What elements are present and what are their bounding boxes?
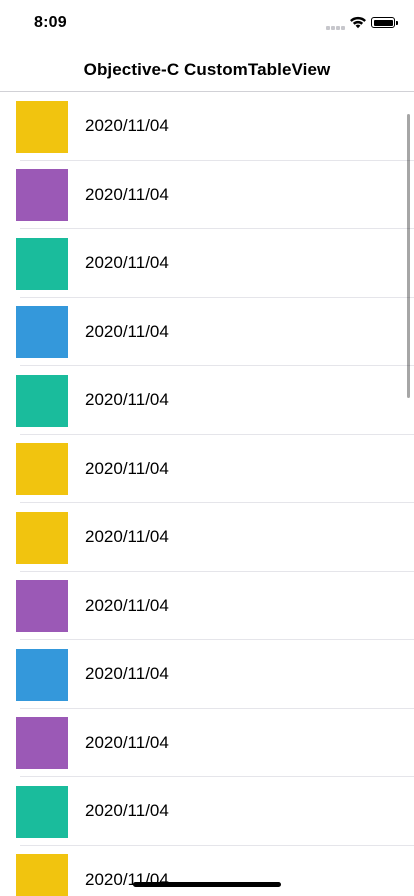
row-color-swatch (16, 374, 68, 427)
table-row[interactable]: 2020/11/04 (0, 435, 414, 504)
row-date-label: 2020/11/04 (85, 253, 169, 272)
row-color-swatch (16, 717, 68, 769)
table-row[interactable]: 2020/11/04 (0, 161, 414, 230)
navigation-bar: Objective-C CustomTableView (0, 48, 414, 92)
status-time: 8:09 (34, 14, 67, 31)
row-date-label: 2020/11/04 (85, 732, 169, 752)
row-color-swatch (16, 785, 68, 838)
battery-icon (371, 17, 398, 28)
table-row[interactable]: 2020/11/04 (0, 709, 414, 778)
table-row[interactable]: 2020/11/04 (0, 298, 414, 367)
table-row[interactable]: 2020/11/04 (0, 572, 414, 641)
table-view[interactable]: 2020/11/04 2020/11/04 2020/11/04 2020/11… (0, 92, 414, 896)
row-color-swatch (16, 511, 68, 564)
nav-title: Objective-C CustomTableView (83, 60, 331, 79)
row-date-label: 2020/11/04 (85, 116, 169, 135)
table-row[interactable]: 2020/11/04 (0, 846, 414, 896)
row-color-swatch (16, 580, 68, 632)
row-color-swatch (16, 854, 68, 896)
row-color-swatch (16, 648, 68, 701)
home-indicator[interactable] (133, 882, 281, 887)
row-date-label: 2020/11/04 (85, 527, 169, 546)
status-bar: 8:09 (0, 0, 414, 48)
cellular-signal-icon (326, 26, 346, 30)
table-row[interactable]: 2020/11/04 (0, 229, 414, 298)
row-date-label: 2020/11/04 (85, 801, 169, 820)
table-row[interactable]: 2020/11/04 (0, 640, 414, 709)
row-color-swatch (16, 100, 68, 153)
wifi-icon (350, 16, 366, 29)
table-row[interactable]: 2020/11/04 (0, 366, 414, 435)
table-row[interactable]: 2020/11/04 (0, 777, 414, 846)
row-color-swatch (16, 237, 68, 290)
row-date-label: 2020/11/04 (85, 321, 169, 341)
row-date-label: 2020/11/04 (85, 184, 169, 204)
row-color-swatch (16, 306, 68, 358)
table-row[interactable]: 2020/11/04 (0, 503, 414, 572)
row-date-label: 2020/11/04 (85, 664, 169, 683)
table-row[interactable]: 2020/11/04 (0, 92, 414, 161)
row-date-label: 2020/11/04 (85, 458, 169, 478)
row-color-swatch (16, 169, 68, 221)
row-date-label: 2020/11/04 (85, 390, 169, 409)
row-color-swatch (16, 443, 68, 495)
row-date-label: 2020/11/04 (85, 595, 169, 615)
vertical-scrollbar[interactable] (407, 114, 410, 398)
